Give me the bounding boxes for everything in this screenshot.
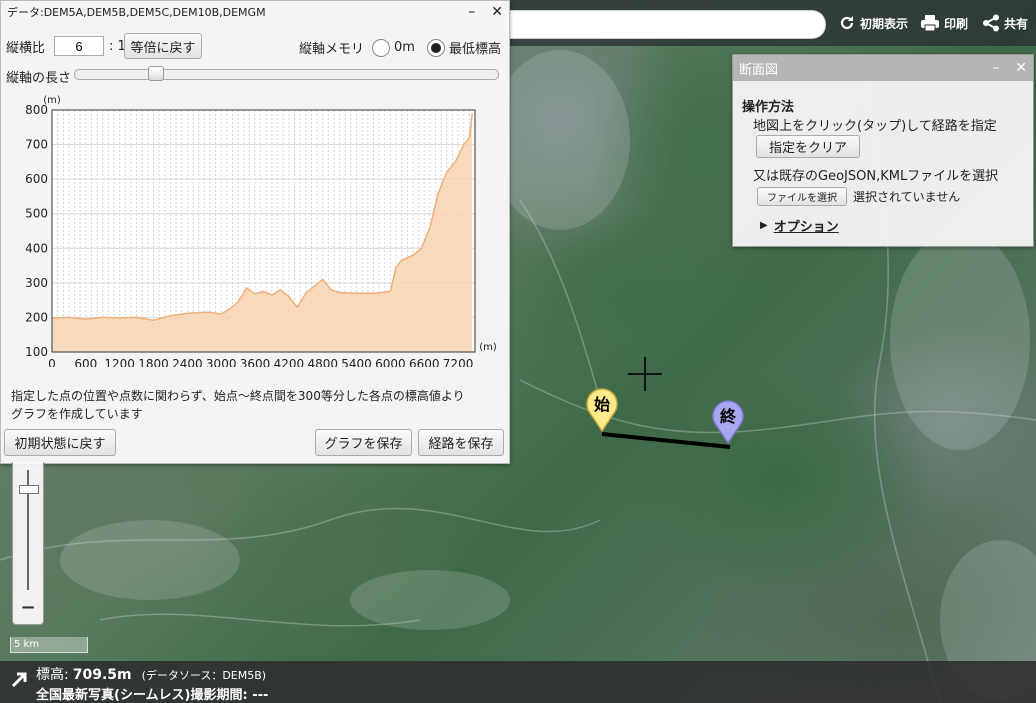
x-tick-label: 0: [48, 357, 56, 367]
x-tick-label: 6600: [409, 357, 440, 367]
zoom-control: −: [12, 462, 44, 625]
x-axis-unit: (m): [479, 342, 497, 353]
minimize-icon[interactable]: –: [992, 60, 999, 76]
aspect-ratio-input[interactable]: [54, 36, 105, 56]
save-graph-button[interactable]: グラフを保存: [315, 429, 412, 456]
elevation-label: 標高:: [36, 667, 69, 683]
vertical-length-label: 縦軸の長さ: [6, 71, 72, 86]
vertical-memory-label: 縦軸メモリ: [299, 42, 365, 57]
x-tick-label: 3600: [240, 357, 271, 367]
arrow-up-right-icon[interactable]: [10, 671, 28, 689]
x-tick-label: 5400: [341, 357, 372, 367]
file-status: 選択されていません: [853, 190, 961, 204]
reset-state-button[interactable]: 初期状態に戻す: [4, 429, 116, 456]
save-route-button[interactable]: 経路を保存: [418, 429, 504, 456]
x-tick-label: 4200: [274, 357, 305, 367]
radio-zero-label: 0m: [394, 40, 415, 55]
y-axis-unit: (m): [43, 95, 61, 106]
x-tick-label: 7200: [443, 357, 474, 367]
elevation-profile-panel: データ:DEM5A,DEM5B,DEM5C,DEM10B,DEMGM – ✕ 縦…: [0, 0, 510, 464]
choose-file-button[interactable]: ファイルを選択: [757, 187, 847, 206]
y-tick-label: 700: [25, 138, 48, 152]
cross-section-title: 断面図: [739, 62, 779, 78]
cross-section-titlebar: 断面図 – ✕: [733, 55, 1033, 81]
scale-bar: 5 km: [10, 637, 88, 653]
clear-route-button[interactable]: 指定をクリア: [756, 135, 860, 158]
reset-ratio-button[interactable]: 等倍に戻す: [124, 33, 202, 59]
x-tick-label: 2400: [172, 357, 203, 367]
triangle-right-icon: ▶: [760, 220, 768, 231]
radio-min-elevation[interactable]: [426, 38, 445, 57]
x-tick-label: 1200: [104, 357, 135, 367]
profile-note: 指定した点の位置や点数に関わらず、始点～終点間を300等分した各点の標高値より …: [11, 387, 465, 423]
aspect-ratio-row: 縦横比 : 1: [6, 36, 126, 56]
zoom-slider-handle[interactable]: [19, 485, 39, 494]
vertical-length-slider[interactable]: [74, 66, 499, 81]
operation-heading: 操作方法: [742, 100, 795, 115]
x-tick-label: 3000: [206, 357, 237, 367]
aspect-ratio-label: 縦横比: [6, 40, 46, 56]
y-tick-label: 300: [25, 276, 48, 290]
profile-note-line1: 指定した点の位置や点数に関わらず、始点～終点間を300等分した各点の標高値より: [11, 389, 465, 403]
x-tick-label: 1800: [138, 357, 169, 367]
photo-info: 全国最新写真(シームレス)撮影期間: ---: [36, 688, 269, 703]
profile-note-line2: グラフを作成しています: [11, 407, 143, 421]
profile-titlebar: データ:DEM5A,DEM5B,DEM5C,DEM10B,DEMGM – ✕: [1, 1, 509, 23]
slider-handle[interactable]: [148, 66, 164, 81]
y-tick-label: 600: [25, 172, 48, 186]
x-tick-label: 6000: [375, 357, 406, 367]
start-marker-label: 始: [593, 395, 610, 414]
radio-zero[interactable]: [372, 38, 391, 57]
options-link[interactable]: オプション: [774, 216, 839, 235]
y-tick-label: 200: [25, 310, 48, 324]
zoom-out-button[interactable]: −: [13, 597, 43, 618]
instruction-text: 地図上をクリック(タップ)して経路を指定: [753, 119, 997, 134]
profile-title: データ:DEM5A,DEM5B,DEM5C,DEM10B,DEMGM: [7, 6, 266, 19]
x-tick-label: 4800: [307, 357, 338, 367]
radio-min-elevation-label: 最低標高: [448, 42, 501, 57]
status-bar: 標高: 709.5m (データソース：DEM5B) 全国最新写真(シームレス)撮…: [0, 661, 1036, 703]
elevation-value: 709.5m: [72, 667, 132, 683]
x-tick-label: 600: [74, 357, 97, 367]
file-select-text: 又は既存のGeoJSON,KMLファイルを選択: [753, 169, 999, 184]
elevation-chart: 1002003004005006007008000 600 1200 1800 2400…: [25, 95, 497, 367]
crosshair-icon: [628, 357, 662, 391]
start-marker[interactable]: 始: [585, 386, 619, 433]
end-marker[interactable]: 終: [711, 398, 745, 445]
end-marker-label: 終: [719, 407, 736, 426]
close-icon[interactable]: ✕: [491, 4, 503, 20]
vertical-memory-row: 縦軸メモリ 0m 最低標高: [299, 38, 501, 57]
options-toggle[interactable]: ▶ オプション: [760, 216, 839, 235]
minimize-icon[interactable]: –: [468, 4, 475, 20]
y-tick-label: 100: [25, 345, 48, 359]
cross-section-panel: 断面図 – ✕ 操作方法 地図上をクリック(タップ)して経路を指定 指定をクリア…: [732, 54, 1034, 247]
data-source: (データソース：DEM5B): [141, 669, 267, 682]
y-tick-label: 500: [25, 207, 48, 221]
y-tick-label: 400: [25, 241, 48, 255]
close-icon[interactable]: ✕: [1015, 60, 1027, 76]
elevation-readout: 標高: 709.5m (データソース：DEM5B): [36, 664, 266, 684]
